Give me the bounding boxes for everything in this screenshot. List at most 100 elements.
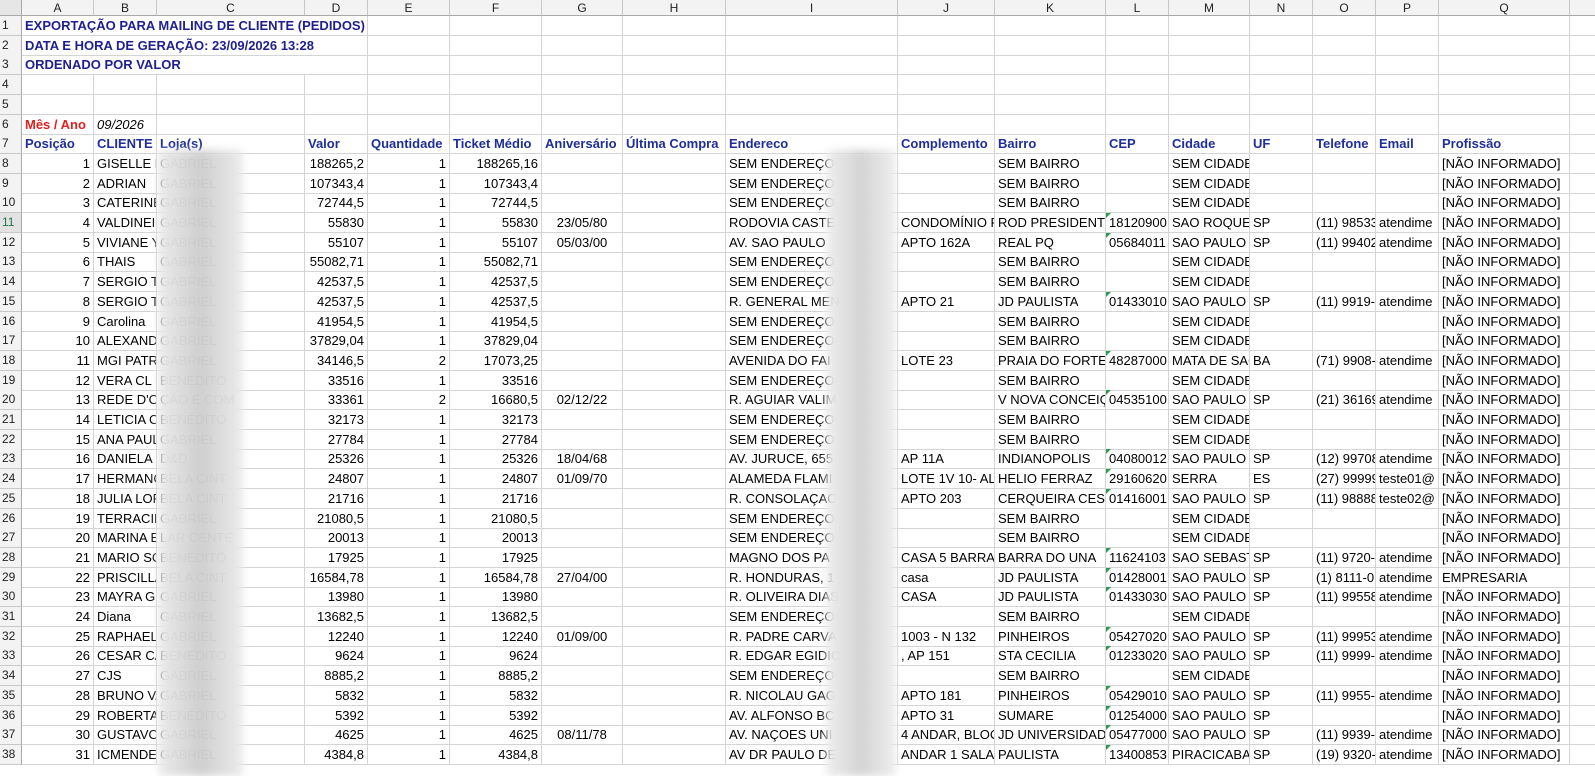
row-header-1[interactable]: 1 [0,16,22,36]
column-header-e[interactable]: E [368,0,450,16]
table-cell[interactable]: ICMENDES [94,744,157,765]
table-cell[interactable]: 32173 [305,410,368,430]
table-cell[interactable]: JD PAULISTA [995,291,1106,312]
table-cell[interactable]: 1 [368,193,450,214]
report-sort-order[interactable]: ORDENADO POR VALOR [22,55,368,76]
table-cell[interactable]: [NÃO INFORMADO] [1439,744,1570,765]
table-cell[interactable]: SEM CIDADE [1169,508,1250,529]
table-cell[interactable] [898,252,995,273]
cell-empty[interactable] [1570,430,1595,450]
table-cell[interactable]: 20 [22,528,94,549]
column-header-g[interactable]: G [542,0,623,16]
column-header-i[interactable]: I [726,0,898,16]
table-cell[interactable] [623,725,726,746]
cell-empty[interactable] [898,55,995,76]
table-header-14[interactable]: Telefone [1313,134,1376,155]
table-cell[interactable]: 42537,5 [305,291,368,312]
table-cell[interactable] [1106,410,1169,430]
table-cell[interactable]: 34146,5 [305,350,368,371]
row-header-36[interactable]: 36 [0,705,22,726]
table-cell[interactable]: 1 [22,153,94,174]
column-header-o[interactable]: O [1313,0,1376,16]
row-header-27[interactable]: 27 [0,528,22,549]
cell-empty[interactable] [1313,114,1376,135]
table-cell[interactable] [542,272,623,293]
table-cell[interactable]: SP [1250,567,1313,588]
cell-empty[interactable] [1439,55,1570,76]
table-cell[interactable] [1250,410,1313,430]
table-cell[interactable]: ROD PRESIDENTE C [995,213,1106,233]
table-cell[interactable]: SP [1250,213,1313,233]
table-cell[interactable]: atendime [1376,567,1439,588]
table-cell[interactable]: 21 [22,547,94,568]
cell-empty[interactable] [623,35,726,56]
table-cell[interactable]: REAL PQ [995,232,1106,253]
report-timestamp[interactable]: DATA E HORA DE GERAÇÃO: 23/09/2026 13:28 [22,35,368,56]
table-cell[interactable]: 1 [368,331,450,352]
table-cell[interactable]: 23 [22,587,94,608]
column-header-p[interactable]: P [1376,0,1439,16]
cell-empty[interactable] [1250,55,1313,76]
cell-empty[interactable] [1570,489,1595,509]
table-cell[interactable] [623,685,726,706]
table-cell[interactable]: 27/04/00 [542,567,623,588]
table-cell[interactable]: 2 [368,350,450,371]
table-cell[interactable] [1250,272,1313,293]
table-cell[interactable]: 48287000 [1106,350,1169,371]
table-cell[interactable]: 01433010 [1106,291,1169,312]
table-cell[interactable]: 12240 [450,626,542,647]
table-cell[interactable]: SEM CIDADE [1169,193,1250,214]
table-cell[interactable]: 18/04/68 [542,449,623,470]
table-cell[interactable]: 25 [22,626,94,647]
table-cell[interactable]: 4625 [450,725,542,746]
table-cell[interactable] [623,744,726,765]
cell-empty[interactable] [1570,745,1595,765]
cell-empty[interactable] [898,94,995,115]
table-cell[interactable]: AP 11A [898,449,995,470]
table-cell[interactable]: 2 [368,390,450,411]
table-cell[interactable]: atendime [1376,232,1439,253]
table-cell[interactable]: 02/12/22 [542,390,623,411]
row-header-20[interactable]: 20 [0,390,22,411]
column-header-j[interactable]: J [898,0,995,16]
cell-empty[interactable] [623,75,726,96]
table-cell[interactable]: 188265,2 [305,153,368,174]
table-cell[interactable]: INDIANOPOLIS [995,449,1106,470]
table-cell[interactable]: (27) 99999 [1313,469,1376,490]
table-cell[interactable] [542,370,623,391]
table-cell[interactable]: (11) 9720- [1313,547,1376,568]
cell-empty[interactable] [450,35,542,56]
cell-empty[interactable] [1169,16,1250,36]
table-header-4[interactable]: Quantidade [368,134,450,155]
table-cell[interactable]: SEM BAIRRO [995,370,1106,391]
row-header-4[interactable]: 4 [0,75,22,96]
table-cell[interactable]: atendime [1376,744,1439,765]
table-cell[interactable]: 4 [22,213,94,233]
cell-empty[interactable] [1570,528,1595,549]
cell-empty[interactable] [542,35,623,56]
table-cell[interactable] [898,528,995,549]
table-cell[interactable]: 1 [368,626,450,647]
column-header-m[interactable]: M [1169,0,1250,16]
cell-empty[interactable] [1570,469,1595,490]
table-cell[interactable] [1313,410,1376,430]
table-cell[interactable] [623,705,726,726]
table-cell[interactable] [623,508,726,529]
table-cell[interactable]: CERQUEIRA CESAR [995,488,1106,509]
table-cell[interactable]: SP [1250,291,1313,312]
table-cell[interactable]: 8885,2 [305,666,368,687]
table-cell[interactable]: SAO PAULO [1169,232,1250,253]
cell-empty[interactable] [1570,666,1595,687]
table-cell[interactable]: 13980 [450,587,542,608]
table-cell[interactable]: APTO 203 [898,488,995,509]
table-cell[interactable]: 05684011 [1106,232,1169,253]
row-header-17[interactable]: 17 [0,331,22,352]
table-cell[interactable]: APTO 181 [898,685,995,706]
table-cell[interactable]: HERMANC [94,469,157,490]
table-cell[interactable] [542,173,623,194]
table-cell[interactable]: 22 [22,567,94,588]
table-cell[interactable]: 23/05/80 [542,213,623,233]
table-cell[interactable]: SAO PAULO [1169,449,1250,470]
table-cell[interactable]: atendime [1376,685,1439,706]
table-header-1[interactable]: CLIENTE [94,134,157,155]
